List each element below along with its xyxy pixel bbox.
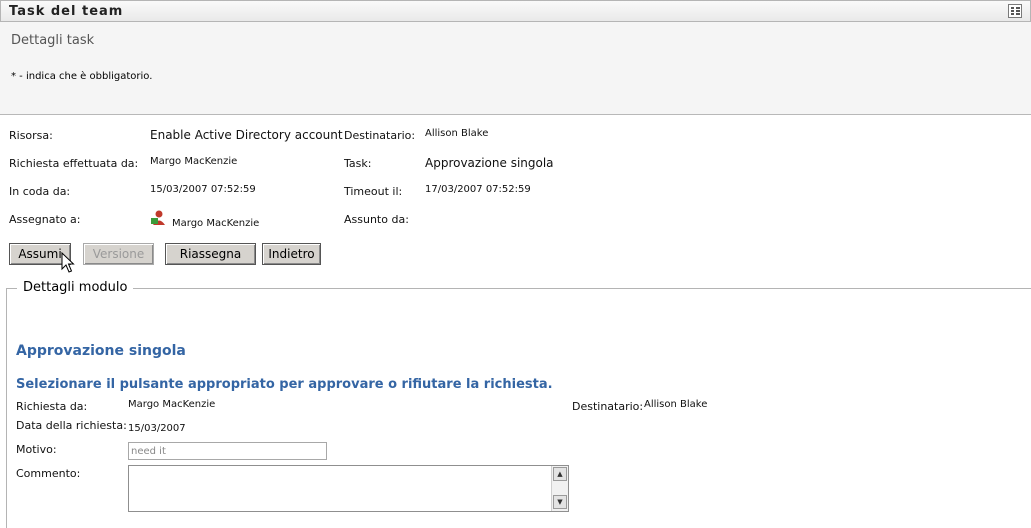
- commento-label: Commento:: [16, 467, 81, 480]
- richiesta-da-label: Richiesta da:: [16, 400, 88, 413]
- form-details-legend: Dettagli modulo: [17, 280, 134, 295]
- scroll-up-icon[interactable]: ▲: [553, 467, 567, 481]
- timeout-value: 17/03/2007 07:52:59: [425, 184, 531, 195]
- user-icon: [150, 209, 168, 227]
- motivo-input[interactable]: [128, 442, 327, 460]
- assunto-label: Assunto da:: [344, 213, 409, 226]
- commento-textarea[interactable]: [129, 466, 551, 511]
- indietro-button[interactable]: Indietro: [262, 243, 321, 265]
- riassegna-button[interactable]: Riassegna: [165, 243, 256, 265]
- window-titlebar: Task del team: [0, 0, 1031, 22]
- risorsa-value: Enable Active Directory account: [150, 128, 343, 142]
- form-destinatario-label: Destinatario:: [572, 400, 644, 413]
- mouse-cursor-icon: [61, 251, 75, 274]
- timeout-label: Timeout il:: [344, 185, 403, 198]
- window-title: Task del team: [9, 4, 124, 19]
- richiesta-value: Margo MacKenzie: [150, 156, 238, 167]
- page-heading: Dettagli task: [11, 33, 95, 48]
- form-instruction: Selezionare il pulsante appropriato per …: [16, 377, 553, 392]
- required-note: * - indica che è obbligatorio.: [11, 71, 153, 82]
- assegnato-label: Assegnato a:: [9, 213, 81, 226]
- scroll-down-icon[interactable]: ▼: [553, 495, 567, 509]
- form-destinatario-value: Allison Blake: [644, 399, 708, 410]
- task-label: Task:: [344, 157, 372, 170]
- grid-menu-icon[interactable]: [1008, 4, 1022, 18]
- in-coda-label: In coda da:: [9, 185, 71, 198]
- versione-button: Versione: [83, 243, 154, 265]
- task-value: Approvazione singola: [425, 156, 554, 170]
- richiesta-label: Richiesta effettuata da:: [9, 157, 139, 170]
- form-title: Approvazione singola: [16, 343, 186, 359]
- assegnato-value: Margo MacKenzie: [172, 218, 260, 229]
- commento-scrollbar[interactable]: ▲ ▼: [551, 466, 568, 511]
- risorsa-label: Risorsa:: [9, 129, 53, 142]
- destinatario-label: Destinatario:: [344, 129, 416, 142]
- data-richiesta-value: 15/03/2007: [128, 423, 186, 434]
- destinatario-value: Allison Blake: [425, 128, 489, 139]
- motivo-label: Motivo:: [16, 443, 57, 456]
- header-panel: [0, 22, 1031, 115]
- commento-textarea-container: ▲ ▼: [128, 465, 569, 512]
- in-coda-value: 15/03/2007 07:52:59: [150, 184, 256, 195]
- richiesta-da-value: Margo MacKenzie: [128, 399, 216, 410]
- data-richiesta-label: Data della richiesta:: [16, 419, 127, 432]
